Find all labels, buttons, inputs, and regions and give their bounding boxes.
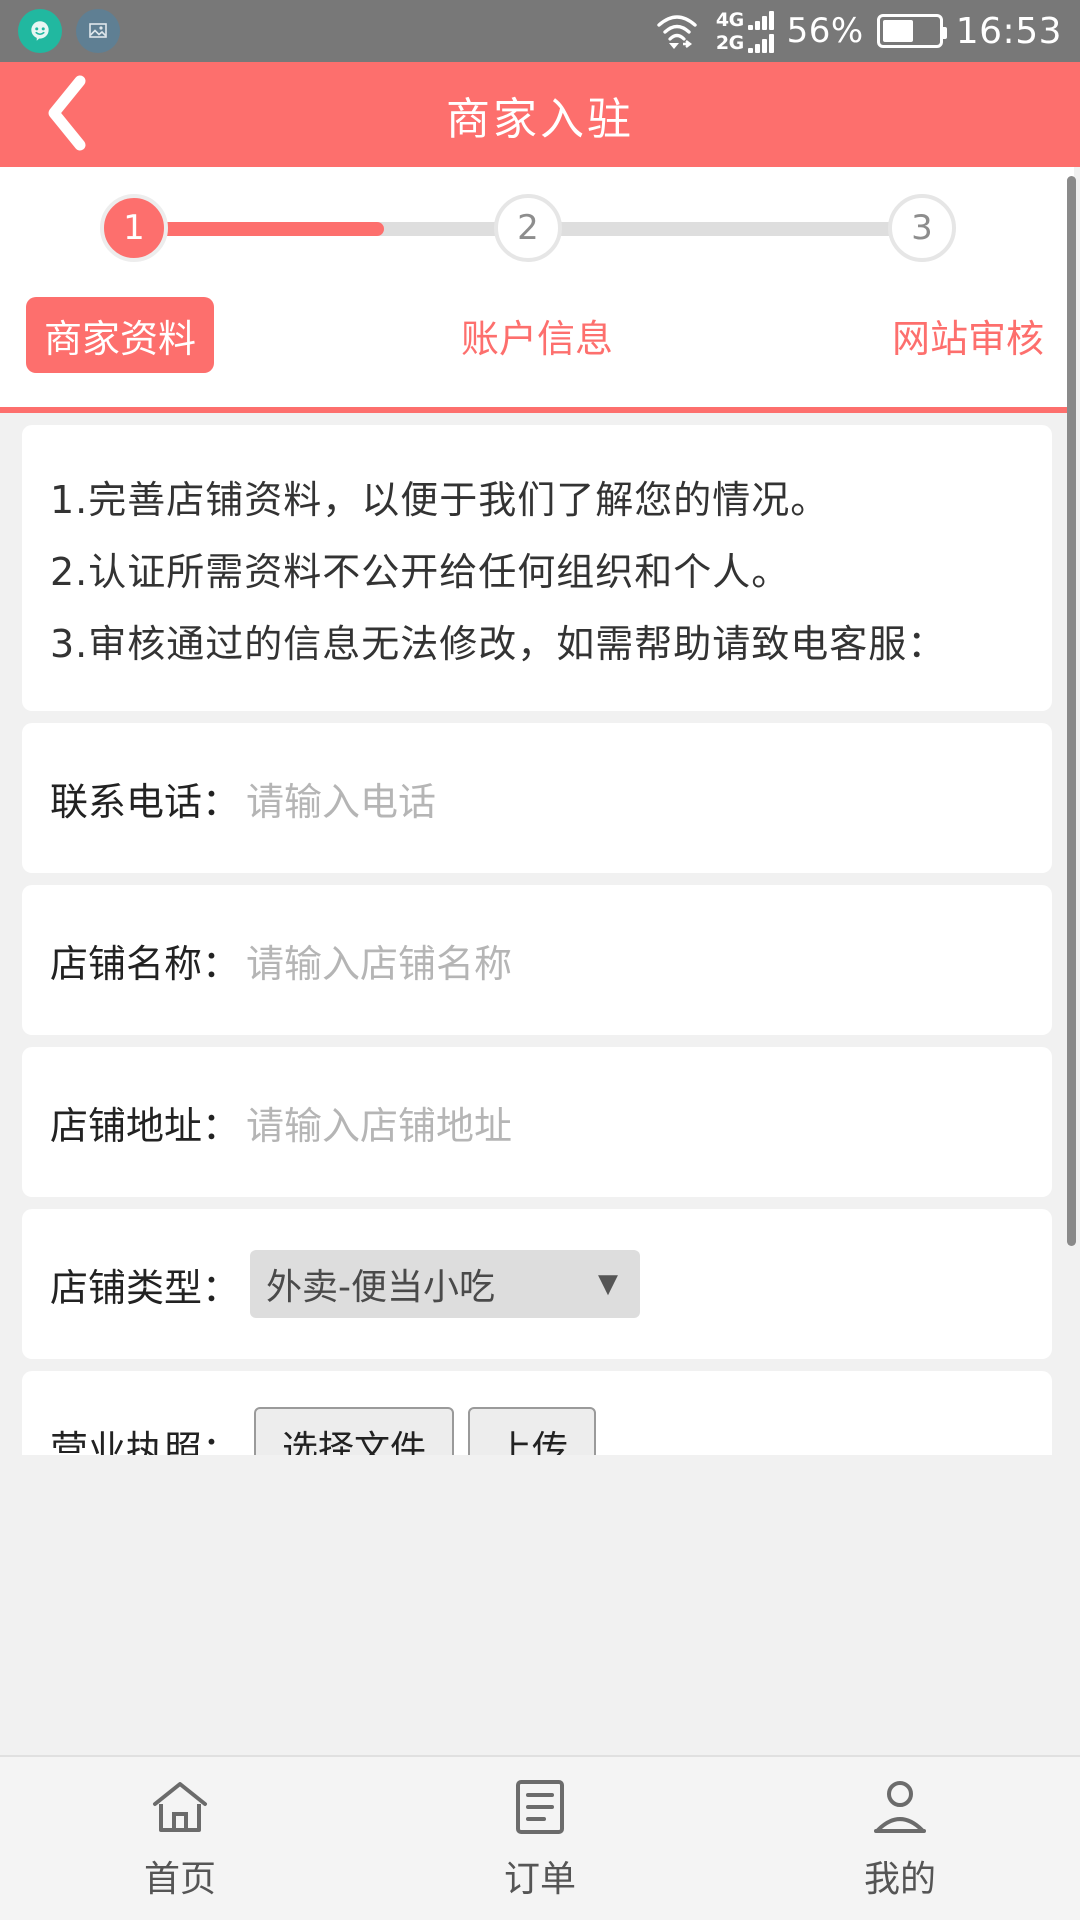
app-screen: 4G 2G 56% 16:53 商家入驻 1 2 3 商家资料 账户信息 网站审… — [0, 0, 1080, 1920]
nav-item-home-label: 首页 — [143, 1858, 216, 1900]
shop-type-select[interactable]: 外卖-便当小吃 ▼ — [250, 1250, 641, 1318]
step-node-1[interactable]: 1 — [100, 194, 168, 262]
signal-row-2g: 2G — [716, 33, 774, 53]
field-shop-address-label: 店铺地址： — [50, 1103, 241, 1148]
back-button[interactable] — [22, 62, 112, 167]
step-node-2-label: 2 — [517, 208, 539, 248]
field-shop-name[interactable]: 店铺名称： 请输入店铺名称 — [22, 885, 1052, 1035]
chevron-down-icon: ▼ — [598, 1269, 619, 1299]
bottom-navigation: 首页 订单 我的 — [0, 1755, 1080, 1920]
field-shop-name-label: 店铺名称： — [50, 941, 241, 986]
status-bar: 4G 2G 56% 16:53 — [0, 0, 1080, 62]
status-bar-clock: 16:53 — [955, 10, 1062, 52]
battery-percent-label: 56% — [786, 11, 864, 51]
upload-button[interactable]: 上传 — [468, 1407, 597, 1455]
signal-bars-4g — [747, 10, 774, 30]
signal-row-4g: 4G — [716, 10, 774, 30]
shop-type-selected-value: 外卖-便当小吃 — [266, 1267, 496, 1308]
choose-file-button[interactable]: 选择文件 — [254, 1407, 455, 1455]
notice-line-2: 2.认证所需资料不公开给任何组织和个人。 — [50, 550, 791, 594]
status-bar-right: 4G 2G 56% 16:53 — [653, 10, 1062, 53]
field-shop-type[interactable]: 店铺类型： 外卖-便当小吃 ▼ — [22, 1209, 1052, 1359]
chat-bubble-icon — [18, 9, 62, 53]
notice-line-3: 3.审核通过的信息无法修改，如需帮助请致电客服： — [50, 622, 947, 666]
battery-icon — [876, 14, 947, 48]
nav-item-profile[interactable]: 我的 — [720, 1757, 1080, 1920]
field-business-license-label: 营业执照： — [50, 1427, 241, 1456]
notice-line-1: 1.完善店铺资料，以便于我们了解您的情况。 — [50, 478, 830, 522]
notice-card: 1.完善店铺资料，以便于我们了解您的情况。 2.认证所需资料不公开给任何组织和个… — [22, 425, 1052, 711]
field-phone[interactable]: 联系电话： 请输入电话 — [22, 723, 1052, 873]
home-icon — [147, 1776, 213, 1842]
stepper-track-fill — [134, 222, 384, 236]
back-chevron-icon — [44, 75, 90, 155]
nav-item-orders[interactable]: 订单 — [360, 1757, 720, 1920]
tab-account-info-label: 账户信息 — [460, 316, 613, 361]
progress-stepper: 1 2 3 — [100, 194, 956, 264]
nav-item-home[interactable]: 首页 — [0, 1757, 360, 1920]
signal-bars-2g — [747, 33, 774, 53]
status-bar-left-icons — [18, 9, 120, 53]
step-tab-bar: 商家资料 账户信息 网站审核 — [0, 297, 1074, 377]
person-icon — [870, 1776, 930, 1842]
step-node-3[interactable]: 3 — [888, 194, 956, 262]
upload-button-label: 上传 — [496, 1429, 569, 1455]
stepper-section: 1 2 3 商家资料 账户信息 网站审核 — [0, 167, 1074, 407]
vertical-scrollbar[interactable] — [1067, 176, 1076, 1246]
step-node-1-label: 1 — [123, 208, 145, 248]
field-shop-address[interactable]: 店铺地址： 请输入店铺地址 — [22, 1047, 1052, 1197]
screenshot-icon — [76, 9, 120, 53]
signal-label-4g: 4G — [715, 8, 744, 31]
choose-file-button-label: 选择文件 — [282, 1429, 427, 1455]
field-phone-label: 联系电话： — [50, 779, 241, 824]
tab-site-review[interactable]: 网站审核 — [892, 297, 1044, 373]
nav-item-orders-label: 订单 — [503, 1858, 576, 1900]
field-shop-type-label: 店铺类型： — [50, 1265, 241, 1310]
form-scroll-area[interactable]: 1.完善店铺资料，以便于我们了解您的情况。 2.认证所需资料不公开给任何组织和个… — [0, 413, 1074, 1455]
tab-site-review-label: 网站审核 — [891, 316, 1044, 361]
shop-name-input[interactable]: 请输入店铺名称 — [246, 933, 512, 988]
app-header: 商家入驻 — [0, 62, 1080, 167]
list-icon — [510, 1776, 570, 1842]
phone-input[interactable]: 请输入电话 — [246, 771, 436, 826]
shop-address-input[interactable]: 请输入店铺地址 — [246, 1095, 512, 1150]
field-business-license[interactable]: 营业执照： 选择文件 上传 — [22, 1371, 1052, 1455]
page-title: 商家入驻 — [446, 93, 634, 145]
nav-item-profile-label: 我的 — [863, 1858, 936, 1900]
step-node-2[interactable]: 2 — [494, 194, 562, 262]
wifi-icon — [653, 11, 701, 51]
signal-label-2g: 2G — [715, 31, 744, 54]
signal-indicators: 4G 2G — [716, 10, 774, 53]
step-node-3-label: 3 — [911, 208, 933, 248]
